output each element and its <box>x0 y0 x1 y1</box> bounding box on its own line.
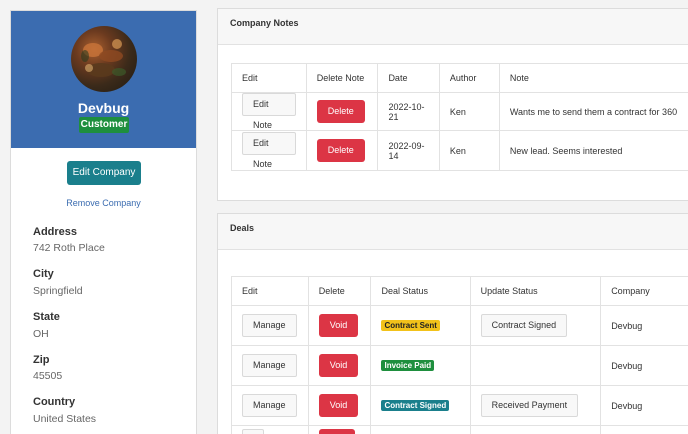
edit-note-button[interactable]: Edit Note <box>242 93 296 130</box>
update-status-button[interactable]: Received Payment <box>480 394 579 417</box>
company-notes-panel: Company Notes Edit Delete Note Date Auth… <box>217 8 688 201</box>
update-status-button[interactable]: Contract Signed <box>480 314 568 337</box>
manage-deal-button[interactable] <box>242 428 264 434</box>
note-text: Wants me to send them a contract for 360 <box>498 92 688 131</box>
col-date: Date <box>377 63 440 93</box>
state-value: OH <box>33 328 49 340</box>
table-row: Manage Void Contract Sent Contract Signe… <box>231 305 688 346</box>
state-label: State <box>33 311 60 323</box>
note-author: Ken <box>438 92 500 131</box>
deal-company: Devbug <box>600 345 688 386</box>
col-deal-status: Deal Status <box>370 276 471 306</box>
manage-deal-button[interactable]: Manage <box>242 354 297 377</box>
void-deal-button[interactable]: Void <box>318 314 359 337</box>
note-date: 2022-10-21 <box>377 92 440 131</box>
col-delete: Delete <box>307 276 372 306</box>
avatar-image-icon <box>81 39 126 77</box>
company-profile-card: Devbug Customer Edit Company Remove Comp… <box>10 10 197 434</box>
void-deal-button[interactable] <box>318 428 355 434</box>
col-update-status: Update Status <box>469 276 602 306</box>
deal-status-badge: Contract Sent <box>381 320 440 331</box>
company-avatar <box>71 26 137 92</box>
edit-company-button[interactable]: Edit Company <box>67 161 141 185</box>
col-author: Author <box>438 63 500 93</box>
col-company: Company <box>600 276 688 306</box>
notes-panel-title: Company Notes <box>218 9 688 45</box>
deal-status-badge: Invoice Paid <box>381 360 435 371</box>
delete-note-button[interactable]: Delete <box>316 100 365 123</box>
manage-deal-button[interactable]: Manage <box>242 314 297 337</box>
country-value: United States <box>33 413 97 425</box>
deals-panel: Deals Edit Delete Deal Status Update Sta… <box>217 213 688 434</box>
col-note: Note <box>498 63 688 93</box>
zip-value: 45505 <box>33 370 63 382</box>
deals-table: Edit Delete Deal Status Update Status Co… <box>231 276 688 434</box>
note-date: 2022-09-14 <box>377 130 440 171</box>
void-deal-button[interactable]: Void <box>318 354 359 377</box>
note-author: Ken <box>438 130 500 171</box>
table-row: Manage Void Contract Signed Received Pay… <box>231 385 688 426</box>
table-row-partial <box>231 425 688 434</box>
table-row: Edit Note Delete 2022-10-21 Ken Wants me… <box>231 92 688 131</box>
notes-header-row: Edit Delete Note Date Author Note <box>231 63 688 93</box>
edit-note-button[interactable]: Edit Note <box>242 132 296 169</box>
zip-label: Zip <box>33 354 50 366</box>
customer-badge: Customer <box>79 117 129 133</box>
city-value: Springfield <box>33 285 83 297</box>
table-row: Manage Void Invoice Paid Devbug <box>231 345 688 386</box>
col-edit: Edit <box>231 63 307 93</box>
company-name: Devbug <box>77 100 130 116</box>
country-label: Country <box>33 396 76 408</box>
note-text: New lead. Seems interested <box>498 130 688 171</box>
profile-header: Devbug Customer <box>11 11 196 148</box>
manage-deal-button[interactable]: Manage <box>242 394 297 417</box>
void-deal-button[interactable]: Void <box>318 394 359 417</box>
update-status-empty <box>469 345 602 386</box>
table-row: Edit Note Delete 2022-09-14 Ken New lead… <box>231 130 688 171</box>
deal-company: Devbug <box>600 305 688 346</box>
col-edit: Edit <box>231 276 309 306</box>
deal-company: Devbug <box>600 385 688 426</box>
remove-company-link[interactable]: Remove Company <box>11 198 196 208</box>
address-label: Address <box>33 226 78 238</box>
notes-table: Edit Delete Note Date Author Note Edit N… <box>231 63 688 171</box>
city-label: City <box>33 268 54 280</box>
deals-panel-title: Deals <box>218 214 688 250</box>
delete-note-button[interactable]: Delete <box>316 139 365 162</box>
deals-header-row: Edit Delete Deal Status Update Status Co… <box>231 276 688 306</box>
address-value: 742 Roth Place <box>33 242 105 254</box>
col-delete-note: Delete Note <box>305 63 379 93</box>
deal-status-badge: Contract Signed <box>381 400 450 411</box>
